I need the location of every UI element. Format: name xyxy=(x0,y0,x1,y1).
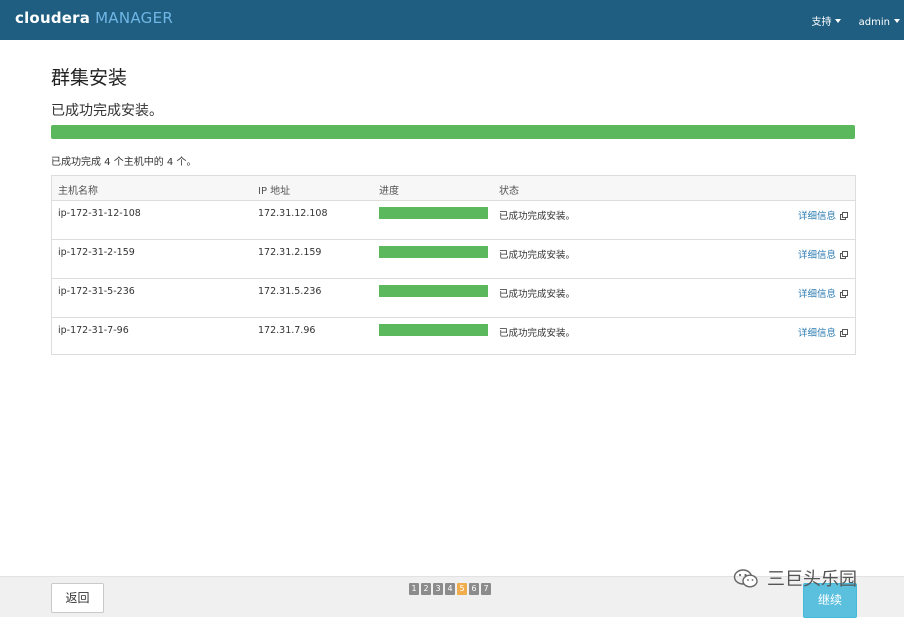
host-progress-fill xyxy=(379,324,488,336)
details-link[interactable]: 详细信息 xyxy=(797,208,848,222)
host-progress-bar xyxy=(379,285,488,297)
external-link-icon xyxy=(840,329,848,337)
details-link-label: 详细信息 xyxy=(797,289,836,300)
details-link[interactable]: 详细信息 xyxy=(797,286,848,300)
ip-address: 172.31.5.236 xyxy=(258,286,322,297)
table-row: ip-172-31-5-236 172.31.5.236 已成功完成安装。 详细… xyxy=(52,279,855,318)
back-button[interactable]: 返回 xyxy=(51,583,104,613)
install-status-message: 已成功完成安装。 xyxy=(51,103,163,119)
host-progress-fill xyxy=(379,207,488,219)
watermark-text: 三巨头乐园 xyxy=(767,569,857,590)
top-navbar: cloudera MANAGER 支持 admin xyxy=(0,0,904,40)
host-name: ip-172-31-2-159 xyxy=(58,247,135,258)
caret-down-icon xyxy=(894,19,900,23)
user-menu[interactable]: admin xyxy=(859,17,900,28)
wizard-step-5: 5 xyxy=(457,583,467,595)
wizard-step-6: 6 xyxy=(469,583,479,595)
column-header-ip: IP 地址 xyxy=(258,186,291,197)
host-status: 已成功完成安装。 xyxy=(499,250,576,261)
column-header-progress: 进度 xyxy=(379,186,399,197)
cloudera-manager-logo[interactable]: cloudera MANAGER xyxy=(15,9,173,27)
wizard-step-4: 4 xyxy=(445,583,455,595)
caret-down-icon xyxy=(835,19,842,23)
support-menu[interactable]: 支持 xyxy=(811,17,842,28)
host-name: ip-172-31-7-96 xyxy=(58,325,129,336)
table-row: ip-172-31-2-159 172.31.2.159 已成功完成安装。 详细… xyxy=(52,240,855,279)
details-link[interactable]: 详细信息 xyxy=(797,247,848,261)
ip-address: 172.31.2.159 xyxy=(258,247,322,258)
wizard-step-indicator: 1234567 xyxy=(409,583,493,595)
watermark: 三巨头乐园 xyxy=(733,565,857,591)
ip-address: 172.31.12.108 xyxy=(258,208,328,219)
ip-address: 172.31.7.96 xyxy=(258,325,316,336)
host-status: 已成功完成安装。 xyxy=(499,289,576,300)
wizard-step-7: 7 xyxy=(481,583,491,595)
host-progress-fill xyxy=(379,285,488,297)
logo-product: MANAGER xyxy=(95,9,174,27)
host-status: 已成功完成安装。 xyxy=(499,211,576,222)
host-status: 已成功完成安装。 xyxy=(499,328,576,339)
host-progress-bar xyxy=(379,324,488,336)
top-nav-menu: 支持 admin xyxy=(797,13,900,28)
table-row: ip-172-31-12-108 172.31.12.108 已成功完成安装。 … xyxy=(52,201,855,240)
external-link-icon xyxy=(840,251,848,259)
wechat-icon xyxy=(733,569,758,588)
table-header: 主机名称 IP 地址 进度 状态 xyxy=(52,176,855,201)
page-title: 群集安装 xyxy=(51,67,128,89)
wizard-step-1: 1 xyxy=(409,583,419,595)
host-name: ip-172-31-12-108 xyxy=(58,208,141,219)
details-link-label: 详细信息 xyxy=(797,250,836,261)
external-link-icon xyxy=(840,212,848,220)
overall-progress-bar xyxy=(51,125,855,139)
support-menu-label: 支持 xyxy=(811,17,832,28)
details-link[interactable]: 详细信息 xyxy=(797,325,848,339)
wizard-step-3: 3 xyxy=(433,583,443,595)
external-link-icon xyxy=(840,290,848,298)
user-menu-label: admin xyxy=(858,17,890,28)
wizard-step-2: 2 xyxy=(421,583,431,595)
install-summary: 已成功完成 4 个主机中的 4 个。 xyxy=(51,157,197,168)
overall-progress-fill xyxy=(51,125,855,139)
column-header-status: 状态 xyxy=(499,186,519,197)
hosts-table: 主机名称 IP 地址 进度 状态 ip-172-31-12-108 172.31… xyxy=(51,175,856,355)
details-link-label: 详细信息 xyxy=(797,328,836,339)
host-progress-bar xyxy=(379,246,488,258)
column-header-host: 主机名称 xyxy=(58,186,98,197)
host-progress-fill xyxy=(379,246,488,258)
details-link-label: 详细信息 xyxy=(797,211,836,222)
table-row: ip-172-31-7-96 172.31.7.96 已成功完成安装。 详细信息 xyxy=(52,318,855,356)
logo-brand: cloudera xyxy=(15,9,91,27)
host-progress-bar xyxy=(379,207,488,219)
host-name: ip-172-31-5-236 xyxy=(58,286,135,297)
